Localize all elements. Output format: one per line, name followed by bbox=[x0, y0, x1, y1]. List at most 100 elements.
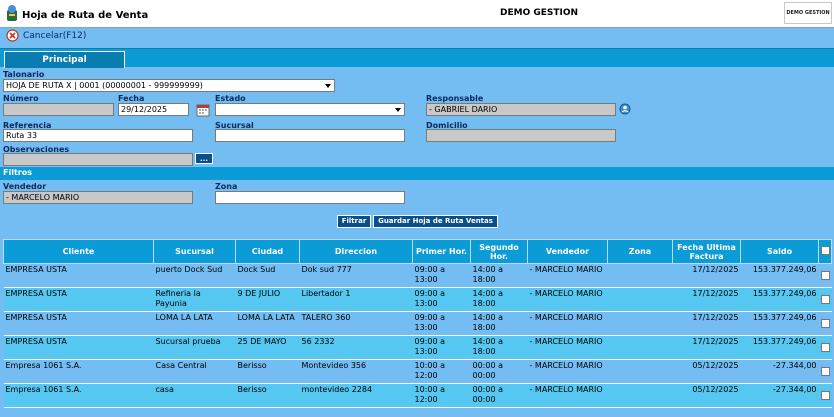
row-checkbox[interactable] bbox=[820, 295, 830, 304]
results-table: Cliente Sucursal Ciudad Direccion Primer… bbox=[3, 239, 832, 408]
talonario-select[interactable]: HOJA DE RUTA X | 0001 (00000001 - 999999… bbox=[3, 79, 335, 92]
cell-saldo: 153.377.249,06 bbox=[740, 335, 819, 360]
cell-sucursal: Sucursal prueba bbox=[153, 335, 236, 360]
cell-vendedor: - MARCELO MARIO bbox=[527, 287, 608, 312]
cell-primer-hor: 09:00 a 13:00 bbox=[412, 335, 471, 360]
cell-fecha: 17/12/2025 bbox=[672, 263, 741, 288]
zona-label: Zona bbox=[215, 182, 238, 191]
row-select-cell[interactable] bbox=[818, 383, 832, 408]
referencia-field[interactable]: Ruta 33 bbox=[3, 129, 193, 142]
estado-label: Estado bbox=[215, 94, 246, 103]
vendedor-field[interactable]: - MARCELO MARIO bbox=[3, 191, 193, 204]
calendar-icon[interactable] bbox=[196, 103, 210, 117]
cell-vendedor: - MARCELO MARIO bbox=[527, 311, 608, 336]
cell-segundo-hor: 14:00 a 18:00 bbox=[470, 311, 528, 336]
col-header-ciudad[interactable]: Ciudad bbox=[235, 239, 300, 264]
user-search-icon[interactable] bbox=[619, 103, 631, 115]
row-checkbox[interactable] bbox=[820, 319, 830, 328]
cell-fecha: 17/12/2025 bbox=[672, 287, 741, 312]
cell-saldo: 153.377.249,06 bbox=[740, 263, 819, 288]
cell-direccion: Dok sud 777 bbox=[299, 263, 413, 288]
cell-direccion: TALERO 360 bbox=[299, 311, 413, 336]
cell-sucursal: LOMA LA LATA bbox=[153, 311, 236, 336]
cell-cliente: Empresa 1061 S.A. bbox=[3, 383, 154, 408]
observaciones-more-button[interactable]: ... bbox=[195, 153, 213, 164]
row-checkbox[interactable] bbox=[820, 271, 830, 280]
cell-cliente: EMPRESA USTA bbox=[3, 335, 154, 360]
col-header-vendedor[interactable]: Vendedor bbox=[527, 239, 608, 264]
row-select-cell[interactable] bbox=[818, 263, 832, 288]
cell-ciudad: LOMA LA LATA bbox=[235, 311, 300, 336]
cell-cliente: EMPRESA USTA bbox=[3, 263, 154, 288]
cell-segundo-hor: 00:00 a 00:00 bbox=[470, 359, 528, 384]
table-row[interactable]: Empresa 1061 S.A. casa Berisso montevideo 2… bbox=[3, 383, 832, 408]
action-bar: Cancelar(F12) bbox=[0, 28, 834, 45]
row-select-cell[interactable] bbox=[818, 287, 832, 312]
fecha-label: Fecha bbox=[118, 94, 145, 103]
tab-principal[interactable]: Principal bbox=[4, 51, 125, 68]
cancel-icon[interactable] bbox=[6, 29, 19, 42]
filter-button[interactable]: Filtrar bbox=[337, 215, 371, 228]
sucursal-field[interactable] bbox=[215, 129, 405, 142]
cell-fecha: 17/12/2025 bbox=[672, 311, 741, 336]
col-header-saldo[interactable]: Saldo bbox=[740, 239, 819, 264]
col-header-zona[interactable]: Zona bbox=[607, 239, 673, 264]
cell-zona bbox=[607, 335, 673, 360]
cell-saldo: 153.377.249,06 bbox=[740, 287, 819, 312]
company-logo-text: DEMO GESTION bbox=[786, 10, 830, 16]
cell-ciudad: Dock Sud bbox=[235, 263, 300, 288]
company-logo: DEMO GESTION bbox=[784, 2, 832, 24]
responsable-field[interactable]: - GABRIEL DARIO bbox=[426, 103, 616, 116]
top-bar: Hoja de Ruta de Venta DEMO GESTION DEMO … bbox=[0, 0, 834, 28]
table-row[interactable]: EMPRESA USTA puerto Dock Sud Dock Sud Dok s… bbox=[3, 263, 832, 288]
cell-zona bbox=[607, 263, 673, 288]
cell-ciudad: Berisso bbox=[235, 359, 300, 384]
row-checkbox[interactable] bbox=[820, 391, 830, 400]
table-row[interactable]: Empresa 1061 S.A. Casa Central Berisso Mont… bbox=[3, 359, 832, 384]
row-checkbox[interactable] bbox=[820, 367, 830, 376]
responsable-label: Responsable bbox=[426, 94, 484, 103]
col-header-sucursal[interactable]: Sucursal bbox=[153, 239, 236, 264]
row-select-cell[interactable] bbox=[818, 335, 832, 360]
row-checkbox[interactable] bbox=[820, 343, 830, 352]
vendedor-label: Vendedor bbox=[3, 182, 47, 191]
cell-direccion: Libertador 1 bbox=[299, 287, 413, 312]
col-header-fecha-ultima-factura[interactable]: Fecha Ultima Factura bbox=[672, 239, 741, 264]
observaciones-field[interactable] bbox=[3, 153, 193, 166]
talonario-label: Talonario bbox=[3, 70, 45, 79]
row-select-cell[interactable] bbox=[818, 359, 832, 384]
cell-fecha: 17/12/2025 bbox=[672, 335, 741, 360]
cell-segundo-hor: 00:00 a 00:00 bbox=[470, 383, 528, 408]
cell-zona bbox=[607, 287, 673, 312]
table-row[interactable]: EMPRESA USTA Refineria la Payunia 9 DE JUL… bbox=[3, 287, 832, 312]
fecha-field[interactable]: 29/12/2025 bbox=[118, 103, 189, 116]
numero-label: Número bbox=[3, 94, 39, 103]
zona-field[interactable] bbox=[215, 191, 405, 204]
col-header-primer-hor[interactable]: Primer Hor. bbox=[412, 239, 471, 264]
numero-field[interactable] bbox=[3, 103, 114, 116]
cell-segundo-hor: 14:00 a 18:00 bbox=[470, 287, 528, 312]
col-header-cliente[interactable]: Cliente bbox=[3, 239, 154, 264]
cell-vendedor: - MARCELO MARIO bbox=[527, 263, 608, 288]
table-row[interactable]: EMPRESA USTA Sucursal prueba 25 DE MAYO 56 … bbox=[3, 335, 832, 360]
table-row[interactable]: EMPRESA USTA LOMA LA LATA LOMA LA LATA TALE… bbox=[3, 311, 832, 336]
cell-saldo: -27.344,00 bbox=[740, 383, 819, 408]
col-header-segundo-hor[interactable]: Segundo Hor. bbox=[470, 239, 528, 264]
row-select-cell[interactable] bbox=[818, 311, 832, 336]
cell-primer-hor: 09:00 a 13:00 bbox=[412, 287, 471, 312]
estado-select[interactable] bbox=[215, 103, 405, 116]
select-all-header[interactable] bbox=[818, 239, 832, 264]
cell-direccion: 56 2332 bbox=[299, 335, 413, 360]
cancel-button[interactable]: Cancelar(F12) bbox=[23, 31, 86, 41]
domicilio-field[interactable] bbox=[426, 129, 616, 142]
select-all-checkbox[interactable] bbox=[820, 246, 830, 255]
col-header-direccion[interactable]: Direccion bbox=[299, 239, 413, 264]
cell-saldo: 153.377.249,06 bbox=[740, 311, 819, 336]
save-route-button[interactable]: Guardar Hoja de Ruta Ventas bbox=[373, 215, 498, 228]
table-body: EMPRESA USTA puerto Dock Sud Dock Sud Dok s… bbox=[3, 263, 832, 408]
tab-strip: Principal bbox=[0, 48, 834, 68]
cell-ciudad: 25 DE MAYO bbox=[235, 335, 300, 360]
cell-vendedor: - MARCELO MARIO bbox=[527, 335, 608, 360]
cell-primer-hor: 09:00 a 13:00 bbox=[412, 311, 471, 336]
table-header-row: Cliente Sucursal Ciudad Direccion Primer… bbox=[3, 239, 832, 264]
